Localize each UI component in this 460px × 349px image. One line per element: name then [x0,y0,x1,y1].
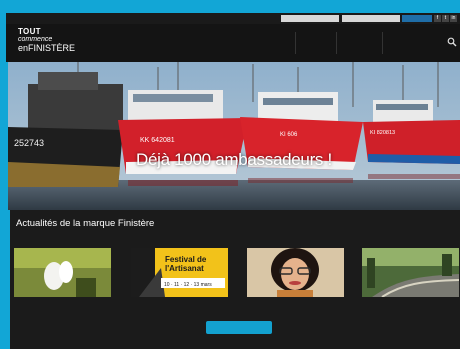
poster-line-2: l'Artisanat [165,264,204,273]
news-card-2[interactable]: Festival de l'Artisanat 10 · 11 · 12 · 1… [131,248,228,305]
poster-dates: 10 · 11 · 12 · 13 mars [164,282,212,288]
news-card-image-4 [362,248,459,297]
news-card-1[interactable] [14,248,111,305]
utility-submit-button[interactable] [402,15,432,22]
poster-line-1: Festival de [165,255,207,264]
logo-line-2: commence [18,36,53,43]
site-header: TOUT commence enFINISTÈRE [6,24,460,62]
news-card-3[interactable] [247,248,344,305]
site-logo[interactable]: TOUT commence enFINISTÈRE [18,28,88,58]
news-card-image-2: Festival de l'Artisanat 10 · 11 · 12 · 1… [131,248,228,297]
nav-divider [382,32,383,54]
logo-en: en [18,43,29,53]
hero-banner[interactable]: 252743 KK 642081 KI 606 KI 820813 Déjà 1… [8,62,460,210]
search-icon[interactable] [447,37,457,47]
linkedin-icon[interactable]: in [450,15,457,22]
utility-input-1[interactable] [281,15,339,22]
all-news-button[interactable] [206,321,272,334]
hero-caption: Déjà 1000 ambassadeurs ! [136,150,332,169]
boat-number-2: KK 642081 [140,137,175,144]
boat-number-3: KI 606 [280,132,298,138]
browser-page: f t in TOUT commence enFINISTÈRE 252743 … [0,0,460,349]
news-section: Actualités de la marque Finistère Festiv… [10,210,460,349]
boat-number-1: 252743 [14,138,44,148]
utility-input-2[interactable] [342,15,400,22]
nav-divider [336,32,337,54]
news-card-image-1 [14,248,111,297]
utility-bar: f t in [6,13,460,24]
facebook-icon[interactable]: f [434,15,441,22]
news-title: Actualités de la marque Finistère [16,218,155,229]
boat-number-4: KI 820813 [370,130,395,136]
logo-line-1: TOUT [18,27,41,36]
nav-divider [295,32,296,54]
harbor-photo: 252743 KK 642081 KI 606 KI 820813 [8,62,460,210]
news-card-4[interactable] [362,248,459,305]
news-card-image-3 [247,248,344,297]
twitter-icon[interactable]: t [442,15,449,22]
logo-finistere: FINISTÈRE [28,43,76,53]
logo-line-3: enFINISTÈRE [18,43,88,53]
